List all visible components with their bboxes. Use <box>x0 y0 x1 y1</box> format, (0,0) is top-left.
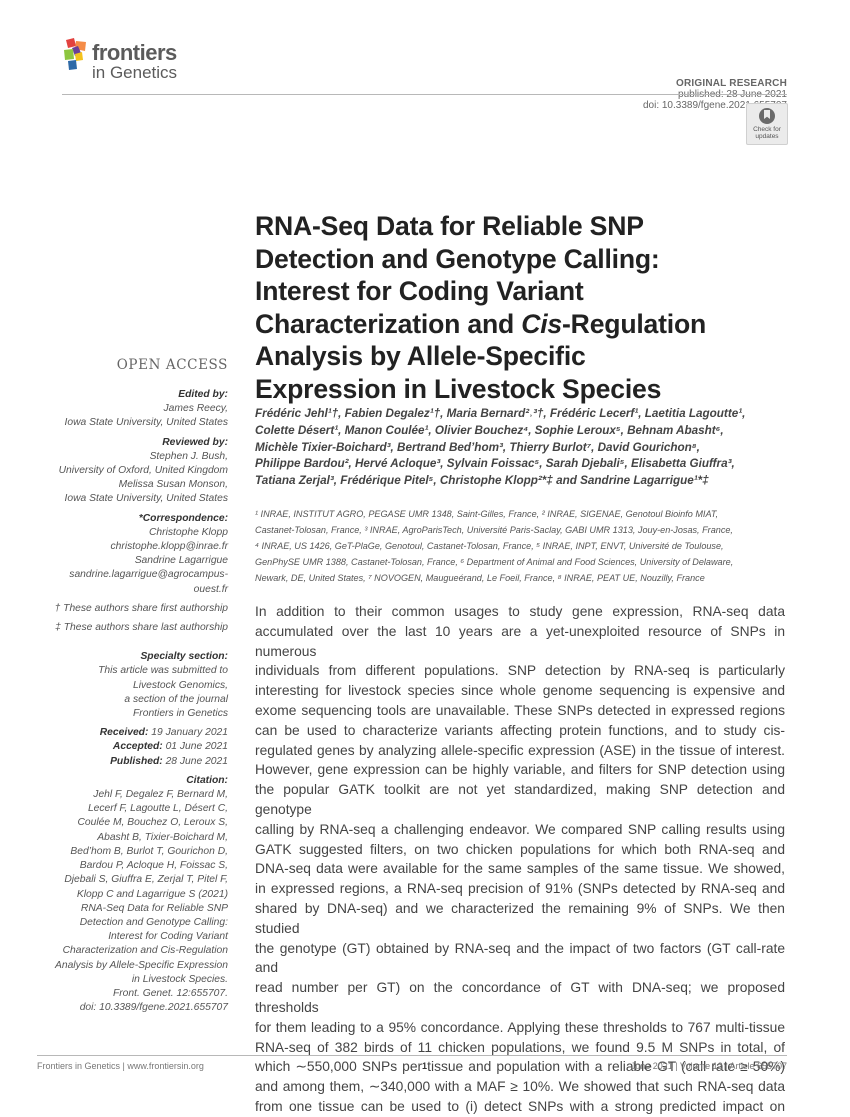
last-authorship-note: ‡ These authors share last authorship <box>55 622 228 634</box>
italic-term: Cis <box>521 308 563 339</box>
bookmark-icon <box>759 108 775 124</box>
citation: Citation: Jehl F, Degalez F, Bernard M, … <box>50 774 228 1015</box>
reviewed-by: Reviewed by: Stephen J. Bush, University… <box>58 436 228 505</box>
email-link[interactable]: sandrine.lagarrigue@agrocampus- <box>50 568 228 582</box>
first-authorship-note: † These authors share first authorship <box>54 602 228 614</box>
check-for-updates-button[interactable]: Check for updates <box>746 103 788 145</box>
citation-doi[interactable]: doi: 10.3389/fgene.2021.655707 <box>50 1001 228 1015</box>
journal-name: in Genetics <box>92 63 178 82</box>
edited-by: Edited by: James Reecy, Iowa State Unive… <box>64 389 229 429</box>
article-type: ORIGINAL RESEARCH <box>675 78 787 89</box>
accepted-date: Accepted: 01 June 2021 <box>112 741 228 753</box>
page-number: 1 <box>422 1061 428 1071</box>
abstract: In addition to their common usages to st… <box>255 604 785 1114</box>
footer-volume-info: June 2021 | Volume 12 | Article 655707 <box>630 1061 787 1071</box>
received-date: Received: 19 January 2021 <box>99 727 228 739</box>
correspondence: *Correspondence: Christophe Klopp christ… <box>50 512 228 597</box>
sidebar: OPEN ACCESS Edited by: James Reecy, Iowa… <box>50 357 228 1020</box>
affiliations: ¹ INRAE, INSTITUT AGRO, PEGASE UMR 1348,… <box>255 509 734 584</box>
header-divider <box>62 94 787 95</box>
footer-divider <box>37 1055 787 1056</box>
email-link[interactable]: christophe.klopp@inrae.fr <box>50 540 228 554</box>
article-dates: Received: 19 January 2021 Accepted: 01 J… <box>50 726 228 769</box>
published-date: Published: 28 June 2021 <box>110 755 228 767</box>
author-list: Frédéric Jehl¹†, Fabien Degalez¹†, Maria… <box>255 407 746 488</box>
article-title: RNA-Seq Data for Reliable SNP Detection … <box>255 211 707 404</box>
frontiers-logo-icon <box>64 38 86 70</box>
open-access-label: OPEN ACCESS <box>116 357 228 373</box>
specialty-section: Specialty section: This article was subm… <box>98 651 228 720</box>
check-for-updates-label: Check for updates <box>753 126 781 140</box>
footer-journal-link[interactable]: Frontiers in Genetics | www.frontiersin.… <box>37 1061 204 1071</box>
journal-logo[interactable]: frontiers in Genetics <box>62 38 262 88</box>
brand-name: frontiers <box>92 40 177 65</box>
email-link[interactable]: ouest.fr <box>50 583 228 597</box>
